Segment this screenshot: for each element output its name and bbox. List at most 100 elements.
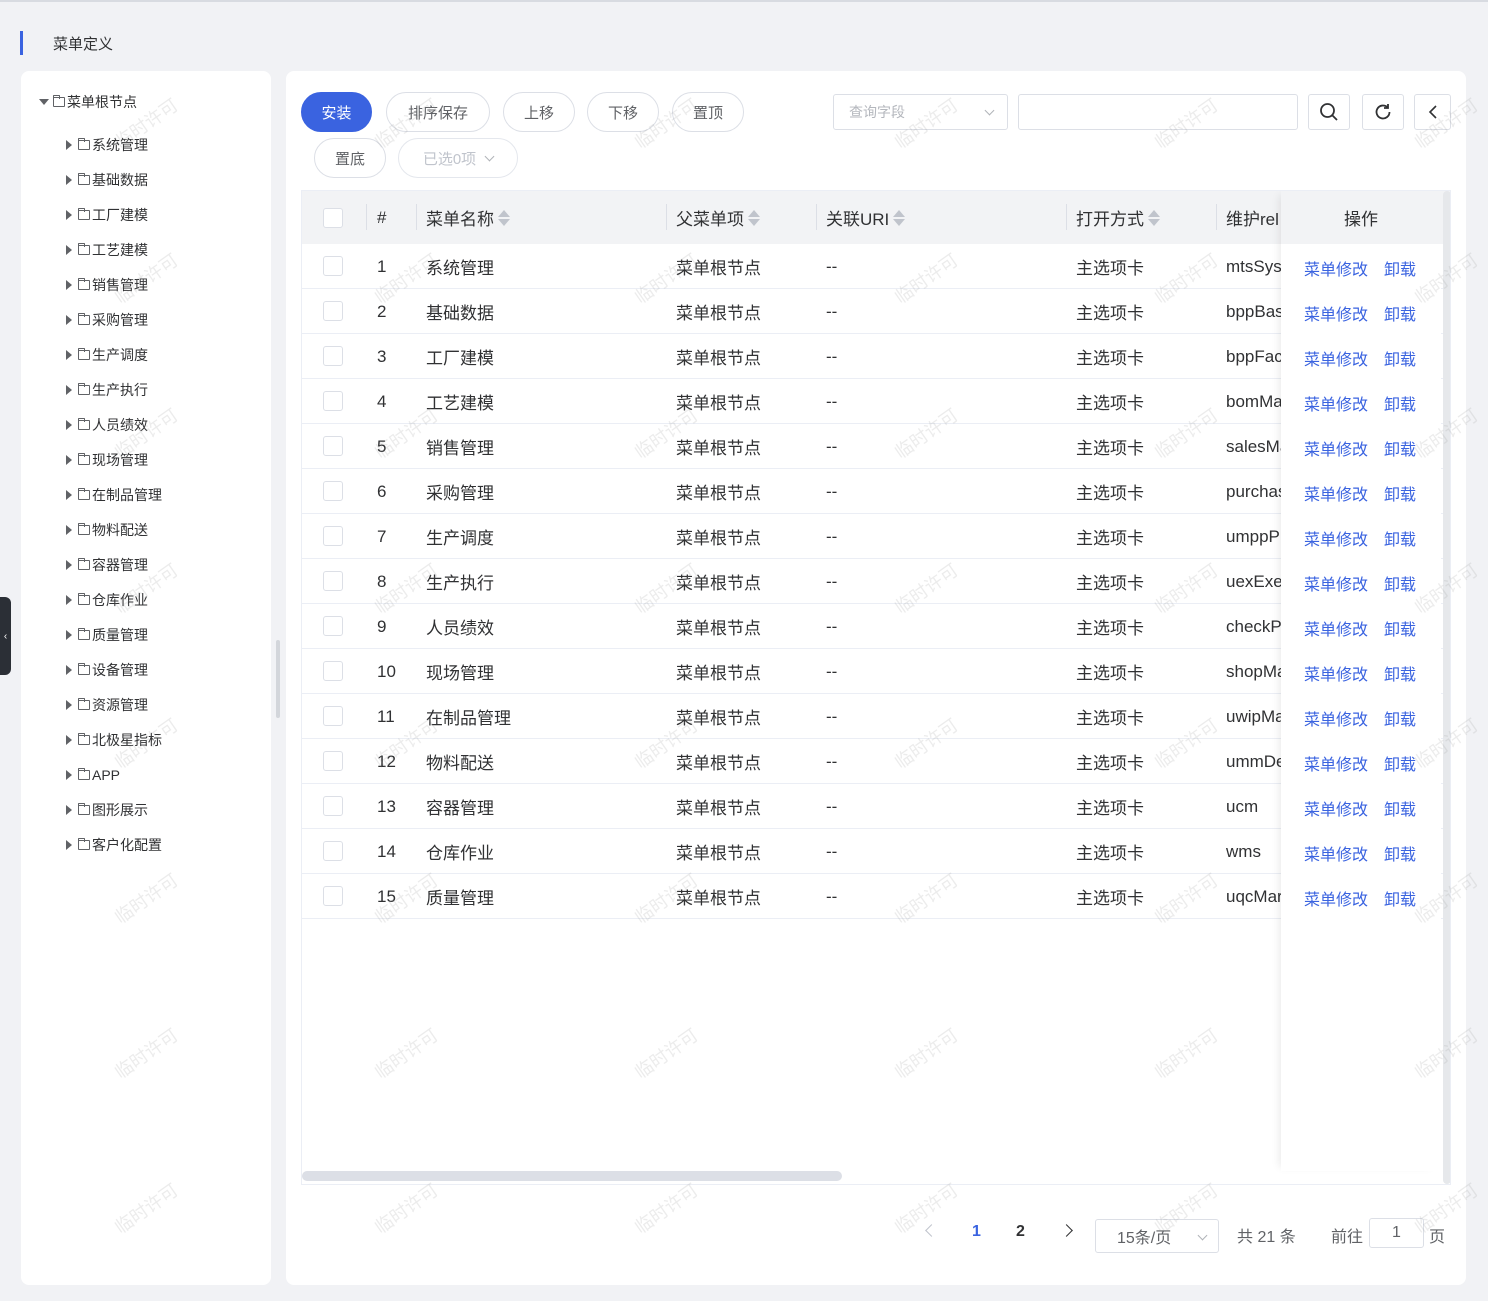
edit-menu-link[interactable]: 菜单修改 xyxy=(1304,751,1368,775)
edit-menu-link[interactable]: 菜单修改 xyxy=(1304,886,1368,910)
tree-node[interactable]: 生产调度 xyxy=(66,337,162,372)
uninstall-link[interactable]: 卸载 xyxy=(1384,841,1416,865)
row-checkbox[interactable] xyxy=(323,571,343,591)
row-checkbox[interactable] xyxy=(323,661,343,681)
caret-right-icon[interactable] xyxy=(66,734,72,745)
uninstall-link[interactable]: 卸载 xyxy=(1384,301,1416,325)
uninstall-link[interactable]: 卸载 xyxy=(1384,796,1416,820)
move-down-button[interactable]: 下移 xyxy=(587,92,659,132)
row-checkbox[interactable] xyxy=(323,751,343,771)
caret-right-icon[interactable] xyxy=(66,839,72,850)
caret-right-icon[interactable] xyxy=(66,279,72,290)
col-open-mode[interactable]: 打开方式 xyxy=(1076,191,1160,244)
tree-root-node[interactable]: 菜单根节点 xyxy=(39,92,137,112)
collapse-sidebar-button[interactable]: ‹ xyxy=(0,597,11,675)
tree-node[interactable]: 仓库作业 xyxy=(66,582,162,617)
row-checkbox[interactable] xyxy=(323,301,343,321)
tree-node[interactable]: 容器管理 xyxy=(66,547,162,582)
row-checkbox[interactable] xyxy=(323,526,343,546)
uninstall-link[interactable]: 卸载 xyxy=(1384,616,1416,640)
col-uri[interactable]: 关联URI xyxy=(826,191,906,244)
tree-node[interactable]: 客户化配置 xyxy=(66,827,162,862)
table-row[interactable]: 7 生产调度 菜单根节点 -- 主选项卡 umppP xyxy=(302,514,1450,559)
uninstall-link[interactable]: 卸载 xyxy=(1384,751,1416,775)
page-2[interactable]: 2 xyxy=(1016,1223,1025,1241)
row-checkbox[interactable] xyxy=(323,841,343,861)
search-input[interactable] xyxy=(1018,94,1298,130)
row-checkbox[interactable] xyxy=(323,706,343,726)
caret-right-icon[interactable] xyxy=(66,699,72,710)
edit-menu-link[interactable]: 菜单修改 xyxy=(1304,616,1368,640)
tree-node[interactable]: 北极星指标 xyxy=(66,722,162,757)
selected-count-dropdown[interactable]: 已选0项 xyxy=(398,138,518,178)
row-checkbox[interactable] xyxy=(323,256,343,276)
tree-node[interactable]: 设备管理 xyxy=(66,652,162,687)
refresh-button[interactable] xyxy=(1362,94,1404,130)
caret-right-icon[interactable] xyxy=(66,349,72,360)
uninstall-link[interactable]: 卸载 xyxy=(1384,526,1416,550)
caret-right-icon[interactable] xyxy=(66,384,72,395)
caret-right-icon[interactable] xyxy=(66,139,72,150)
tree-node[interactable]: 物料配送 xyxy=(66,512,162,547)
page-1[interactable]: 1 xyxy=(972,1223,981,1241)
table-row[interactable]: 12 物料配送 菜单根节点 -- 主选项卡 ummDe xyxy=(302,739,1450,784)
caret-right-icon[interactable] xyxy=(66,454,72,465)
caret-right-icon[interactable] xyxy=(66,804,72,815)
tree-node[interactable]: 采购管理 xyxy=(66,302,162,337)
uninstall-link[interactable]: 卸载 xyxy=(1384,661,1416,685)
caret-right-icon[interactable] xyxy=(66,174,72,185)
table-row[interactable]: 5 销售管理 菜单根节点 -- 主选项卡 salesMa xyxy=(302,424,1450,469)
tree-node[interactable]: APP xyxy=(66,757,162,792)
caret-right-icon[interactable] xyxy=(66,244,72,255)
edit-menu-link[interactable]: 菜单修改 xyxy=(1304,481,1368,505)
edit-menu-link[interactable]: 菜单修改 xyxy=(1304,391,1368,415)
table-row[interactable]: 14 仓库作业 菜单根节点 -- 主选项卡 wms xyxy=(302,829,1450,874)
next-page-icon[interactable] xyxy=(1060,1224,1073,1237)
table-row[interactable]: 10 现场管理 菜单根节点 -- 主选项卡 shopMa xyxy=(302,649,1450,694)
search-button[interactable] xyxy=(1308,94,1350,130)
uninstall-link[interactable]: 卸载 xyxy=(1384,571,1416,595)
row-checkbox[interactable] xyxy=(323,796,343,816)
tree-node[interactable]: 质量管理 xyxy=(66,617,162,652)
vertical-scrollbar[interactable] xyxy=(1443,191,1450,1184)
tree-node[interactable]: 在制品管理 xyxy=(66,477,162,512)
tree-node[interactable]: 基础数据 xyxy=(66,162,162,197)
table-row[interactable]: 4 工艺建模 菜单根节点 -- 主选项卡 bomMa xyxy=(302,379,1450,424)
tree-node[interactable]: 工艺建模 xyxy=(66,232,162,267)
uninstall-link[interactable]: 卸载 xyxy=(1384,391,1416,415)
tree-node[interactable]: 现场管理 xyxy=(66,442,162,477)
table-row[interactable]: 15 质量管理 菜单根节点 -- 主选项卡 uqcMar xyxy=(302,874,1450,919)
caret-right-icon[interactable] xyxy=(66,664,72,675)
caret-right-icon[interactable] xyxy=(66,559,72,570)
table-row[interactable]: 13 容器管理 菜单根节点 -- 主选项卡 ucm xyxy=(302,784,1450,829)
uninstall-link[interactable]: 卸载 xyxy=(1384,256,1416,280)
tree-node[interactable]: 生产执行 xyxy=(66,372,162,407)
row-checkbox[interactable] xyxy=(323,346,343,366)
table-row[interactable]: 2 基础数据 菜单根节点 -- 主选项卡 bppBas xyxy=(302,289,1450,334)
goto-page-input[interactable]: 1 xyxy=(1369,1218,1424,1248)
row-checkbox[interactable] xyxy=(323,886,343,906)
caret-right-icon[interactable] xyxy=(66,419,72,430)
tree-node[interactable]: 图形展示 xyxy=(66,792,162,827)
table-row[interactable]: 11 在制品管理 菜单根节点 -- 主选项卡 uwipMa xyxy=(302,694,1450,739)
horizontal-scrollbar[interactable] xyxy=(302,1171,842,1181)
uninstall-link[interactable]: 卸载 xyxy=(1384,481,1416,505)
tree-scrollbar[interactable] xyxy=(276,640,280,718)
sort-icon[interactable] xyxy=(498,209,510,226)
caret-right-icon[interactable] xyxy=(66,524,72,535)
caret-right-icon[interactable] xyxy=(66,209,72,220)
tree-node[interactable]: 系统管理 xyxy=(66,127,162,162)
edit-menu-link[interactable]: 菜单修改 xyxy=(1304,526,1368,550)
row-checkbox[interactable] xyxy=(323,481,343,501)
table-row[interactable]: 6 采购管理 菜单根节点 -- 主选项卡 purchas xyxy=(302,469,1450,514)
col-parent[interactable]: 父菜单项 xyxy=(676,191,760,244)
page-size-select[interactable]: 15条/页 xyxy=(1095,1219,1219,1253)
tree-node[interactable]: 销售管理 xyxy=(66,267,162,302)
tree-node[interactable]: 工厂建模 xyxy=(66,197,162,232)
edit-menu-link[interactable]: 菜单修改 xyxy=(1304,301,1368,325)
caret-right-icon[interactable] xyxy=(66,769,72,780)
edit-menu-link[interactable]: 菜单修改 xyxy=(1304,346,1368,370)
table-row[interactable]: 8 生产执行 菜单根节点 -- 主选项卡 uexExe xyxy=(302,559,1450,604)
edit-menu-link[interactable]: 菜单修改 xyxy=(1304,256,1368,280)
edit-menu-link[interactable]: 菜单修改 xyxy=(1304,841,1368,865)
